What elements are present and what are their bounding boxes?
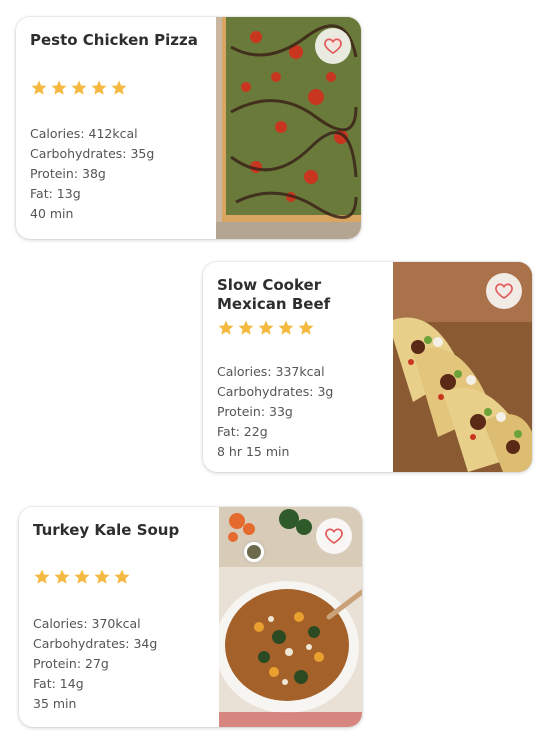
recipe-photo[interactable] xyxy=(393,262,532,472)
protein-text: Protein: 33g xyxy=(217,404,293,419)
calories-text: Calories: 412kcal xyxy=(30,126,138,141)
star-icon xyxy=(34,569,50,584)
recipe-photo[interactable] xyxy=(219,507,362,727)
star-icon xyxy=(94,569,110,584)
carbohydrates-text: Carbohydrates: 35g xyxy=(30,146,155,161)
time-text: 8 hr 15 min xyxy=(217,444,290,459)
carbohydrates-text: Carbohydrates: 3g xyxy=(217,384,334,399)
star-icon xyxy=(218,320,234,335)
star-icon xyxy=(51,80,67,95)
nutrition-info: Calories: 370kcal Carbohydrates: 34g Pro… xyxy=(33,614,157,714)
recipe-card-body: Pesto Chicken Pizza Calories: 412kcal Ca… xyxy=(16,17,216,239)
favorite-button[interactable] xyxy=(316,518,352,554)
heart-outline-icon xyxy=(324,38,342,55)
heart-outline-icon xyxy=(325,528,343,545)
star-icon xyxy=(91,80,107,95)
fat-text: Fat: 13g xyxy=(30,186,81,201)
rating-stars xyxy=(30,79,128,97)
protein-text: Protein: 27g xyxy=(33,656,109,671)
carbohydrates-text: Carbohydrates: 34g xyxy=(33,636,158,651)
calories-text: Calories: 370kcal xyxy=(33,616,141,631)
star-icon xyxy=(258,320,274,335)
recipe-card[interactable]: Turkey Kale Soup Calories: 370kcal Carbo… xyxy=(19,507,362,727)
rating-stars xyxy=(33,568,131,586)
star-icon xyxy=(114,569,130,584)
star-icon xyxy=(54,569,70,584)
star-icon xyxy=(278,320,294,335)
star-icon xyxy=(111,80,127,95)
recipe-card[interactable]: Slow Cooker Mexican Beef Calories: 337kc… xyxy=(203,262,532,472)
calories-text: Calories: 337kcal xyxy=(217,364,325,379)
favorite-button[interactable] xyxy=(486,273,522,309)
recipe-card[interactable]: Pesto Chicken Pizza Calories: 412kcal Ca… xyxy=(16,17,361,239)
star-icon xyxy=(31,80,47,95)
time-text: 35 min xyxy=(33,696,77,711)
protein-text: Protein: 38g xyxy=(30,166,106,181)
recipe-title: Turkey Kale Soup xyxy=(33,521,180,539)
recipe-card-body: Turkey Kale Soup Calories: 370kcal Carbo… xyxy=(19,507,219,727)
recipe-title: Pesto Chicken Pizza xyxy=(30,31,198,49)
star-icon xyxy=(238,320,254,335)
rating-stars xyxy=(217,319,315,337)
recipe-card-body: Slow Cooker Mexican Beef Calories: 337kc… xyxy=(203,262,393,472)
recipe-photo[interactable] xyxy=(216,17,361,239)
star-icon xyxy=(298,320,314,335)
nutrition-info: Calories: 412kcal Carbohydrates: 35g Pro… xyxy=(30,124,154,224)
recipe-title: Slow Cooker Mexican Beef xyxy=(217,276,331,313)
fat-text: Fat: 22g xyxy=(217,424,268,439)
time-text: 40 min xyxy=(30,206,74,221)
nutrition-info: Calories: 337kcal Carbohydrates: 3g Prot… xyxy=(217,362,333,462)
fat-text: Fat: 14g xyxy=(33,676,84,691)
star-icon xyxy=(74,569,90,584)
star-icon xyxy=(71,80,87,95)
favorite-button[interactable] xyxy=(315,28,351,64)
heart-outline-icon xyxy=(495,283,513,300)
